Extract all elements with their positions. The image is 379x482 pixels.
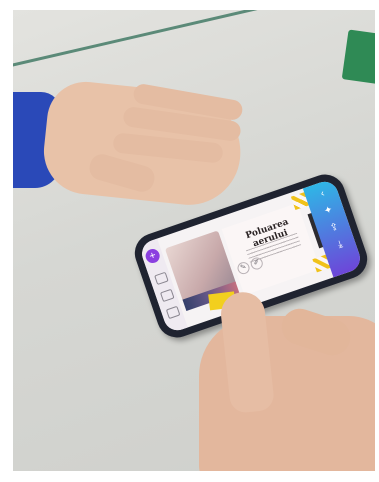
- photo: + Poluarea aerului ✎ ✐ ‹ ✦ ⇪ ⤓: [13, 10, 375, 471]
- elements-tool-icon[interactable]: [165, 305, 181, 320]
- back-icon[interactable]: ‹: [315, 187, 330, 202]
- download-icon[interactable]: ⤓: [333, 238, 348, 253]
- table-edge-line: [13, 10, 286, 71]
- sparkle-icon[interactable]: ✦: [321, 204, 336, 219]
- image-tool-icon[interactable]: [154, 271, 169, 286]
- add-button[interactable]: +: [143, 247, 162, 265]
- share-icon[interactable]: ⇪: [327, 221, 342, 236]
- text-tool-icon[interactable]: [159, 288, 175, 303]
- green-object: [341, 29, 375, 85]
